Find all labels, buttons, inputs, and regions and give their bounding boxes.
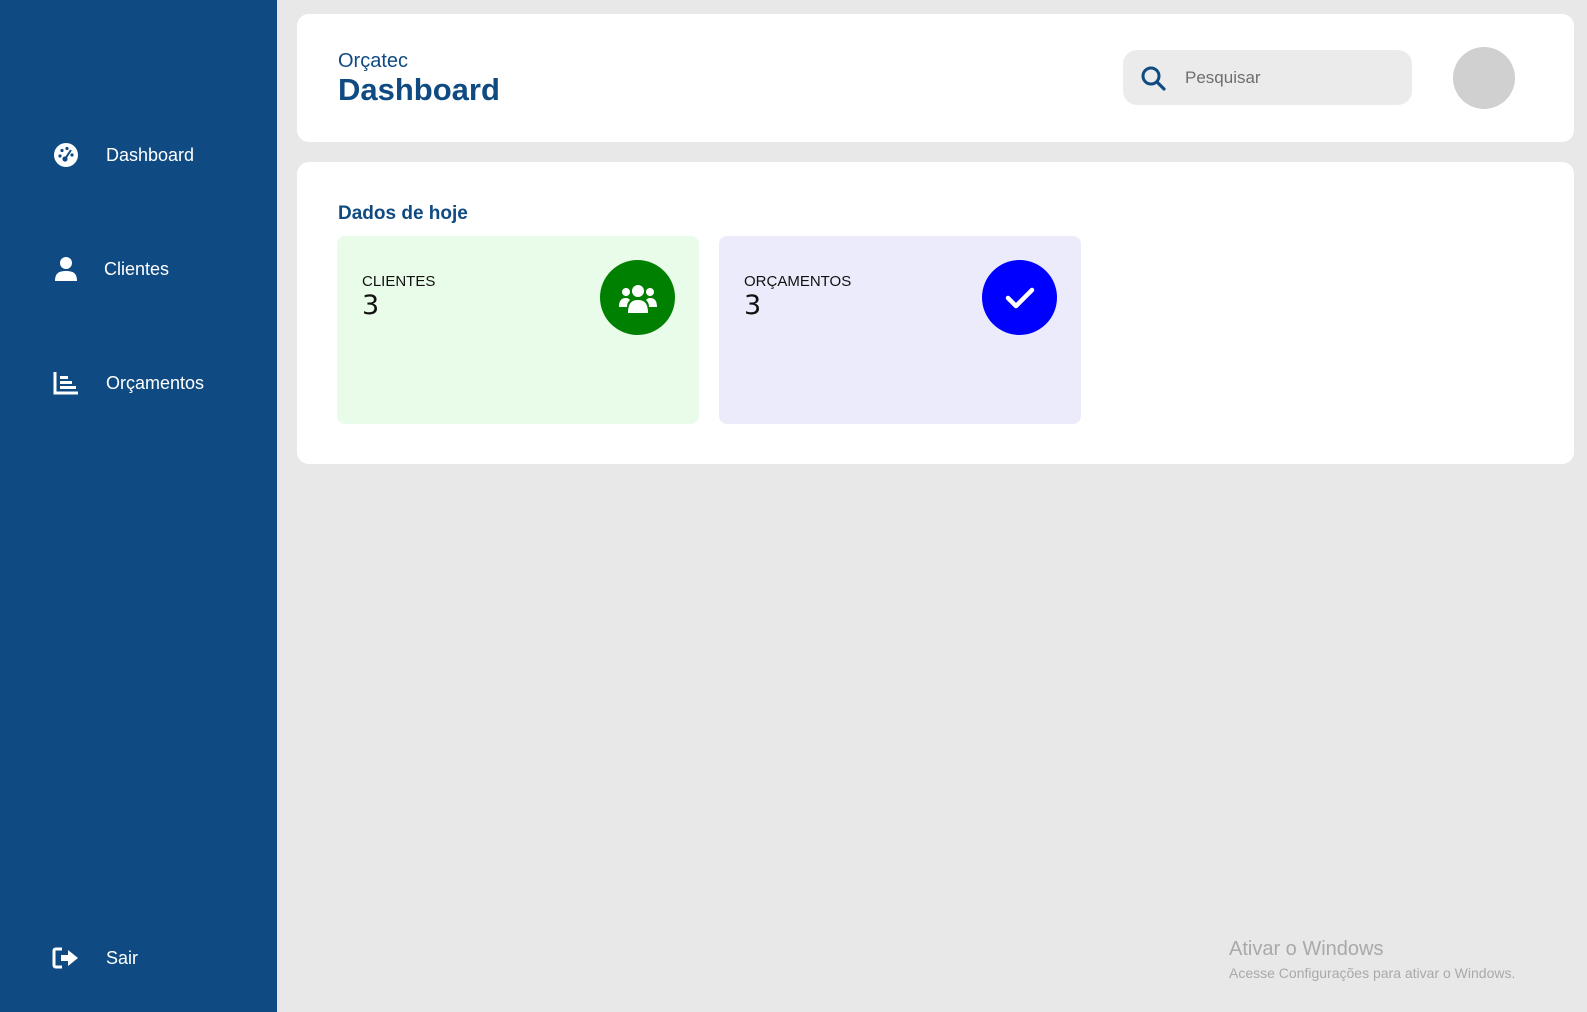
section-title: Dados de hoje (338, 203, 468, 224)
header: Orçatec Dashboard (297, 14, 1574, 142)
stat-value: 3 (744, 290, 762, 321)
search-box (1123, 50, 1412, 105)
brand-name: Orçatec (338, 50, 409, 72)
sidebar-item-label: Orçamentos (106, 372, 205, 393)
search-icon[interactable] (1140, 65, 1166, 91)
sidebar-item-orcamentos[interactable]: Orçamentos (52, 369, 204, 397)
watermark-subtitle: Acesse Configurações para ativar o Windo… (1229, 965, 1516, 981)
logout-button[interactable]: Sair (52, 944, 138, 972)
sidebar-item-label: Clientes (104, 258, 170, 279)
stat-label: CLIENTES (362, 273, 436, 290)
stat-card-orcamentos[interactable]: ORÇAMENTOS 3 (719, 236, 1081, 424)
sidebar-item-dashboard[interactable]: Dashboard (52, 141, 194, 169)
stat-value: 3 (362, 290, 380, 321)
watermark-title: Ativar o Windows (1229, 938, 1384, 960)
sidebar-item-label: Dashboard (106, 144, 195, 165)
user-icon (52, 255, 80, 283)
main-panel: Dados de hoje CLIENTES 3 ORÇAMENTOS 3 (297, 162, 1574, 464)
page-title: Dashboard (338, 72, 500, 107)
avatar[interactable] (1453, 47, 1515, 109)
bar-chart-icon (52, 369, 80, 397)
logout-label: Sair (106, 947, 139, 968)
sidebar: Dashboard Clientes Orçamentos Sair (0, 0, 277, 1012)
gauge-icon (52, 141, 80, 169)
stat-label: ORÇAMENTOS (744, 273, 852, 290)
search-input[interactable] (1185, 67, 1385, 88)
windows-activation-watermark: Ativar o Windows Acesse Configurações pa… (1229, 938, 1515, 981)
logout-icon (52, 944, 80, 972)
sidebar-item-clientes[interactable]: Clientes (52, 255, 169, 283)
users-icon (600, 260, 675, 335)
check-icon (982, 260, 1057, 335)
stat-card-clientes[interactable]: CLIENTES 3 (337, 236, 699, 424)
